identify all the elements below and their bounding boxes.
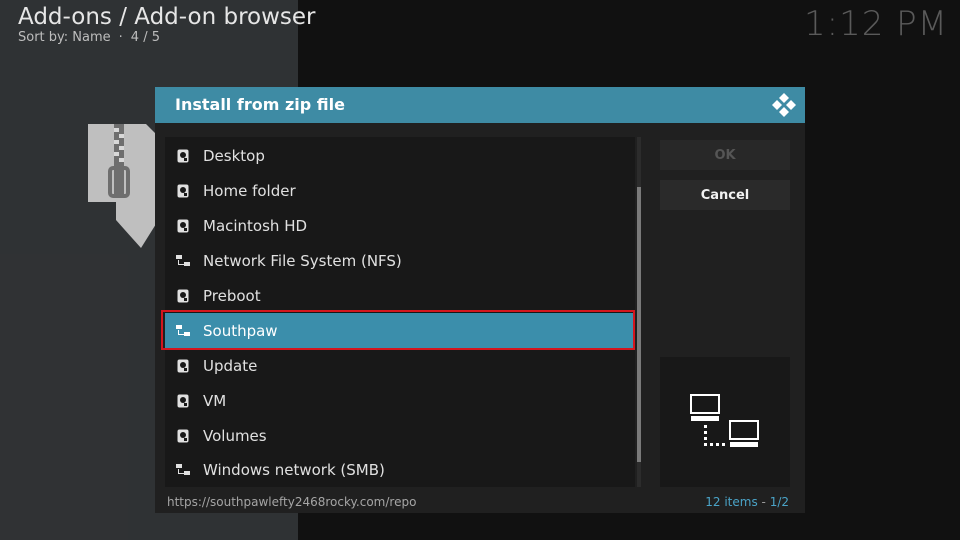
- scrollbar-thumb[interactable]: [637, 187, 641, 462]
- list-item-label: Southpaw: [203, 321, 278, 340]
- clock: 1:12 PM: [804, 4, 948, 44]
- list-item-selected[interactable]: Southpaw: [161, 310, 635, 350]
- item-count: 12 items - 1/2: [705, 495, 789, 509]
- list-item-label: Desktop: [203, 146, 265, 165]
- list-scrollbar[interactable]: [637, 137, 641, 487]
- drive-icon: [175, 148, 191, 164]
- list-item[interactable]: Macintosh HD: [165, 208, 635, 243]
- list-item-label: Macintosh HD: [203, 216, 308, 235]
- kodi-logo-icon: [772, 93, 796, 117]
- sort-info: Sort by: Name · 4 / 5: [18, 30, 160, 45]
- list-item-label: VM: [203, 391, 227, 410]
- network-icon: [175, 323, 191, 339]
- cancel-button[interactable]: Cancel: [660, 180, 790, 210]
- separator-dot: ·: [118, 30, 123, 45]
- item-count-label: 12 items: [705, 495, 758, 509]
- list-item[interactable]: Desktop: [165, 138, 635, 173]
- zip-file-icon: [88, 124, 156, 248]
- dialog-title: Install from zip file: [175, 95, 345, 114]
- list-item[interactable]: Volumes: [165, 418, 635, 453]
- drive-icon: [175, 218, 191, 234]
- item-position: 4 / 5: [130, 30, 160, 45]
- drive-icon: [175, 183, 191, 199]
- list-item-label: Windows network (SMB): [203, 460, 385, 479]
- drive-icon: [175, 428, 191, 444]
- drive-icon: [175, 393, 191, 409]
- network-icon: [175, 253, 191, 269]
- ok-button[interactable]: OK: [660, 140, 790, 170]
- list-item-label: Update: [203, 356, 258, 375]
- install-from-zip-dialog: Install from zip file Desktop Home folde…: [155, 87, 805, 513]
- list-item[interactable]: Preboot: [165, 278, 635, 313]
- list-item-label: Network File System (NFS): [203, 251, 402, 270]
- list-item[interactable]: VM: [165, 383, 635, 418]
- breadcrumb: Add-ons / Add-on browser: [18, 4, 316, 30]
- network-computers-icon: [690, 394, 759, 447]
- list-item[interactable]: Update: [165, 348, 635, 383]
- source-list: Desktop Home folder Macintosh HD Network…: [161, 137, 635, 487]
- list-item[interactable]: Network File System (NFS): [165, 243, 635, 278]
- list-item-label: Preboot: [203, 286, 261, 305]
- page-indicator: 1/2: [769, 495, 789, 509]
- list-item-label: Volumes: [203, 426, 267, 445]
- drive-icon: [175, 288, 191, 304]
- list-item[interactable]: Windows network (SMB): [165, 452, 635, 487]
- list-item[interactable]: Home folder: [165, 173, 635, 208]
- network-icon: [175, 462, 191, 478]
- item-preview-panel: [660, 357, 790, 487]
- list-item-label: Home folder: [203, 181, 296, 200]
- sort-label: Sort by: Name: [18, 30, 111, 45]
- selected-path: https://southpawlefty2468rocky.com/repo: [167, 495, 417, 509]
- dialog-header: Install from zip file: [155, 87, 805, 123]
- drive-icon: [175, 358, 191, 374]
